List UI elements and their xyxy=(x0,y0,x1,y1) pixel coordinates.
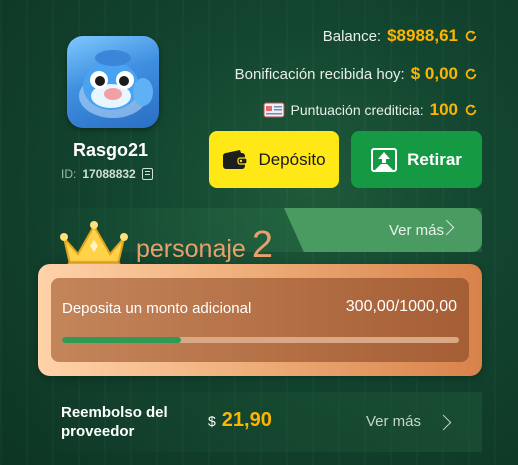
withdraw-icon xyxy=(371,147,398,172)
progress-track xyxy=(62,337,459,343)
username: Rasgo21 xyxy=(73,140,149,160)
vip-more-label: Ver más xyxy=(388,221,444,239)
rebate-label-line2: proveedor xyxy=(61,423,135,440)
rebate-amount: $ 21,90 xyxy=(208,409,272,432)
refresh-icon[interactable] xyxy=(464,67,478,81)
vip-tier-word: personaje xyxy=(136,235,246,263)
user-id: ID: 17088832 xyxy=(61,167,153,181)
withdraw-label: Retirar xyxy=(407,149,462,169)
bonus-label: Bonificación recibida hoy: xyxy=(234,65,405,83)
balance-row: Balance: $8988,61 xyxy=(323,26,478,46)
deposit-progress-card: Deposita un monto adicional 300,00/1000,… xyxy=(38,264,482,376)
vip-more-button[interactable]: Ver más xyxy=(284,208,482,252)
balance-value: $8988,61 xyxy=(387,26,458,45)
rebate-currency: $ xyxy=(208,413,216,429)
wallet-icon xyxy=(223,149,249,169)
user-id-value: 17088832 xyxy=(82,167,136,181)
refresh-icon[interactable] xyxy=(464,29,478,43)
deposit-label: Depósito xyxy=(258,149,326,169)
user-id-label: ID: xyxy=(61,167,77,181)
bonus-value: $ 0,00 xyxy=(410,64,458,83)
vip-tier-number: 2 xyxy=(251,224,273,266)
credit-row: Puntuación crediticia: 100 xyxy=(263,100,478,120)
copy-icon[interactable] xyxy=(141,168,153,180)
bonus-row: Bonificación recibida hoy: $ 0,00 xyxy=(235,64,478,84)
refresh-icon[interactable] xyxy=(464,103,478,117)
credit-label: Puntuación crediticia: xyxy=(290,102,424,118)
vip-tier: personaje 2 xyxy=(136,224,273,267)
progress-label: Deposita un monto adicional xyxy=(62,300,252,317)
pufferfish-avatar-icon xyxy=(79,50,153,118)
progress-value: 300,00/1000,00 xyxy=(345,298,457,315)
deposit-button[interactable]: Depósito xyxy=(209,131,339,188)
credit-card-icon xyxy=(263,102,285,118)
rebate-label-line1: Reembolso del xyxy=(61,404,168,421)
rebate-value: 21,90 xyxy=(221,409,272,431)
balance-label: Balance: xyxy=(322,27,382,45)
avatar[interactable] xyxy=(67,36,159,128)
rebate-more-link[interactable]: Ver más xyxy=(366,413,421,430)
credit-value: 100 xyxy=(429,100,458,119)
rebate-label: Reembolso del proveedor xyxy=(61,403,168,441)
withdraw-button[interactable]: Retirar xyxy=(351,131,482,188)
deposit-progress-panel: Deposita un monto adicional 300,00/1000,… xyxy=(51,278,469,362)
progress-fill xyxy=(62,337,182,343)
